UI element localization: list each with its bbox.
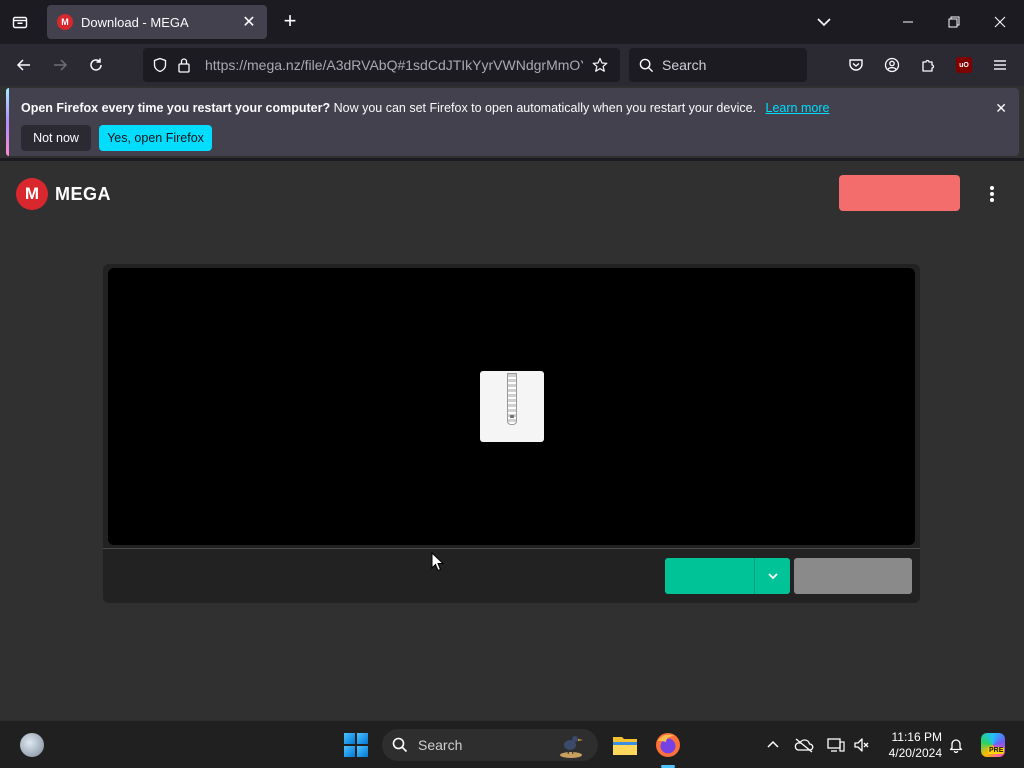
- forward-arrow-icon[interactable]: [47, 52, 73, 78]
- taskbar-search-box[interactable]: Search: [382, 729, 598, 761]
- not-now-button[interactable]: Not now: [21, 125, 91, 151]
- firefox-taskbar-icon[interactable]: [652, 729, 684, 761]
- notification-accent-bar: [6, 88, 9, 156]
- more-options-kebab-icon[interactable]: [983, 183, 1001, 205]
- extensions-puzzle-icon[interactable]: [916, 53, 940, 77]
- close-tab-icon[interactable]: ✕: [241, 12, 257, 32]
- mega-logo-text: MEGA: [55, 183, 111, 204]
- secondary-action-button[interactable]: [794, 558, 912, 594]
- url-text[interactable]: https://mega.nz/file/A3dRVAbQ#1sdCdJTIkY…: [205, 57, 583, 73]
- firefox-autostart-notification: Open Firefox every time you restart your…: [6, 88, 1019, 156]
- browser-tab-strip: M Download - MEGA ✕ +: [0, 0, 1024, 44]
- search-bar[interactable]: Search: [629, 48, 807, 82]
- mouse-cursor-icon: [431, 552, 445, 572]
- download-button[interactable]: [665, 558, 790, 594]
- mega-download-page: M MEGA: [0, 158, 1024, 720]
- clock-time: 11:16 PM: [891, 730, 942, 744]
- reload-icon[interactable]: [83, 52, 109, 78]
- search-icon: [392, 737, 408, 753]
- zipper-icon: [507, 373, 517, 425]
- bookmark-star-icon[interactable]: [589, 54, 611, 76]
- menu-hamburger-icon[interactable]: [988, 53, 1012, 77]
- back-arrow-icon[interactable]: [11, 52, 37, 78]
- windows-taskbar: Search 11:16 PM 4/20/2024 PRE: [0, 720, 1024, 768]
- yes-open-firefox-button[interactable]: Yes, open Firefox: [99, 125, 212, 151]
- download-options-chevron-icon[interactable]: [754, 558, 790, 594]
- show-hidden-icons-chevron-icon[interactable]: [763, 735, 783, 755]
- widgets-weather-icon[interactable]: [20, 733, 44, 757]
- zip-archive-icon: [480, 371, 544, 442]
- notification-message: Open Firefox every time you restart your…: [21, 101, 829, 115]
- lock-icon[interactable]: [173, 54, 195, 76]
- tab-title: Download - MEGA: [81, 14, 189, 30]
- card-divider: [103, 548, 920, 549]
- mega-favicon-icon: M: [57, 14, 73, 30]
- search-icon: [639, 58, 654, 72]
- file-download-card: [103, 264, 920, 603]
- address-bar[interactable]: https://mega.nz/file/A3dRVAbQ#1sdCdJTIkY…: [143, 48, 620, 82]
- new-tab-button[interactable]: +: [278, 10, 302, 34]
- ublock-origin-icon[interactable]: uO: [952, 53, 976, 77]
- account-icon[interactable]: [880, 53, 904, 77]
- onedrive-offline-icon[interactable]: [794, 735, 814, 755]
- notifications-bell-icon[interactable]: [946, 735, 966, 755]
- network-display-icon[interactable]: [826, 735, 846, 755]
- search-highlight-bird-icon: [560, 736, 583, 758]
- tracking-protection-shield-icon[interactable]: [149, 54, 171, 76]
- file-preview-area: [108, 268, 915, 545]
- restore-window-button[interactable]: [940, 8, 968, 36]
- search-bar-placeholder: Search: [662, 57, 707, 73]
- minimize-window-button[interactable]: [894, 8, 922, 36]
- volume-muted-icon[interactable]: [852, 735, 872, 755]
- taskbar-clock[interactable]: 11:16 PM 4/20/2024: [876, 729, 942, 761]
- mega-logo-icon: M: [16, 178, 48, 210]
- header-action-button[interactable]: [839, 175, 960, 211]
- notification-headline: Open Firefox every time you restart your…: [21, 101, 331, 115]
- start-windows-icon[interactable]: [344, 733, 368, 757]
- browser-navigation-bar: https://mega.nz/file/A3dRVAbQ#1sdCdJTIkY…: [0, 44, 1024, 86]
- tab-download-mega[interactable]: M Download - MEGA ✕: [47, 5, 267, 39]
- firefox-view-icon[interactable]: [8, 10, 32, 34]
- pocket-icon[interactable]: [844, 53, 868, 77]
- mega-logo[interactable]: M MEGA: [16, 178, 111, 210]
- close-notification-icon[interactable]: ✕: [995, 100, 1007, 117]
- copilot-preview-badge: PRE: [988, 747, 1005, 754]
- clock-date: 4/20/2024: [888, 746, 942, 760]
- taskbar-search-placeholder: Search: [418, 737, 463, 753]
- list-all-tabs-chevron-icon[interactable]: [814, 12, 838, 32]
- file-explorer-icon[interactable]: [609, 729, 641, 761]
- learn-more-link[interactable]: Learn more: [766, 101, 830, 115]
- close-window-button[interactable]: [986, 8, 1014, 36]
- notification-body: Now you can set Firefox to open automati…: [333, 101, 757, 115]
